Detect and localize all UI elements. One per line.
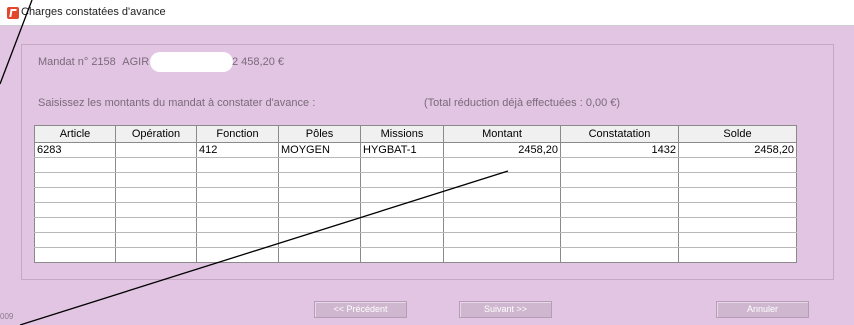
column-header-operation[interactable]: Opération <box>115 125 197 143</box>
table-row <box>34 202 797 218</box>
table-cell[interactable] <box>278 157 361 173</box>
table-cell[interactable] <box>34 187 116 203</box>
table-row: 6283 412 MOYGEN HYGBAT-1 2458,20 1432 24… <box>34 142 797 158</box>
column-header-missions[interactable]: Missions <box>360 125 444 143</box>
column-header-solde[interactable]: Solde <box>678 125 797 143</box>
table-cell[interactable] <box>278 187 361 203</box>
table-cell[interactable] <box>678 217 797 233</box>
table-cell[interactable] <box>678 157 797 173</box>
charges-table: Article Opération Fonction Pôles Mission… <box>34 125 797 263</box>
table-cell[interactable] <box>34 172 116 188</box>
table-cell[interactable] <box>360 247 444 263</box>
mandat-info: Mandat n° 2158 AGIR <box>38 56 153 68</box>
table-header-row: Article Opération Fonction Pôles Mission… <box>34 125 797 143</box>
table-cell[interactable] <box>278 247 361 263</box>
footer-code: 009 <box>0 312 14 321</box>
table-cell[interactable] <box>678 202 797 218</box>
next-button[interactable]: Suivant >> <box>459 301 552 318</box>
table-cell[interactable] <box>196 247 279 263</box>
table-cell[interactable] <box>443 232 561 248</box>
table-cell[interactable] <box>115 157 197 173</box>
table-cell[interactable] <box>34 202 116 218</box>
app-logo-icon <box>7 7 19 19</box>
table-cell[interactable] <box>278 217 361 233</box>
table-cell[interactable] <box>678 187 797 203</box>
table-cell[interactable] <box>115 247 197 263</box>
cell-fonction[interactable]: 412 <box>196 142 279 158</box>
table-cell[interactable] <box>196 217 279 233</box>
redaction-mark <box>150 52 233 72</box>
cancel-button[interactable]: Annuler <box>716 301 809 318</box>
table-cell[interactable] <box>196 202 279 218</box>
total-reduction-text: (Total réduction déjà effectuées : 0,00 … <box>424 97 621 109</box>
table-cell[interactable] <box>443 217 561 233</box>
table-cell[interactable] <box>560 187 679 203</box>
table-cell[interactable] <box>34 217 116 233</box>
column-header-montant[interactable]: Montant <box>443 125 561 143</box>
table-cell[interactable] <box>115 232 197 248</box>
table-cell[interactable] <box>360 202 444 218</box>
cell-constatation-input[interactable]: 1432 <box>560 142 679 158</box>
cell-solde[interactable]: 2458,20 <box>678 142 797 158</box>
instructions-text: Saisissez les montants du mandat à const… <box>38 97 316 109</box>
column-header-article[interactable]: Article <box>34 125 116 143</box>
table-cell[interactable] <box>443 157 561 173</box>
table-cell[interactable] <box>278 172 361 188</box>
table-cell[interactable] <box>678 172 797 188</box>
previous-button[interactable]: << Précédent <box>314 301 407 318</box>
table-cell[interactable] <box>560 217 679 233</box>
table-cell[interactable] <box>115 217 197 233</box>
table-cell[interactable] <box>278 232 361 248</box>
table-cell[interactable] <box>115 172 197 188</box>
table-row <box>34 217 797 233</box>
cell-montant[interactable]: 2458,20 <box>443 142 561 158</box>
column-header-poles[interactable]: Pôles <box>278 125 361 143</box>
cell-poles[interactable]: MOYGEN <box>278 142 361 158</box>
window-titlebar: Charges constatées d'avance <box>0 0 854 26</box>
mandat-amount: 2 458,20 € <box>232 56 284 68</box>
table-cell[interactable] <box>196 157 279 173</box>
table-cell[interactable] <box>443 172 561 188</box>
table-cell[interactable] <box>360 232 444 248</box>
table-row <box>34 232 797 248</box>
table-cell[interactable] <box>360 217 444 233</box>
table-cell[interactable] <box>115 202 197 218</box>
table-row <box>34 247 797 263</box>
table-cell[interactable] <box>360 172 444 188</box>
table-cell[interactable] <box>678 232 797 248</box>
table-cell[interactable] <box>560 157 679 173</box>
table-cell[interactable] <box>34 247 116 263</box>
table-cell[interactable] <box>360 187 444 203</box>
table-cell[interactable] <box>443 247 561 263</box>
table-cell[interactable] <box>560 232 679 248</box>
table-row <box>34 187 797 203</box>
table-cell[interactable] <box>678 247 797 263</box>
mandat-entity: AGIR <box>122 56 150 68</box>
table-cell[interactable] <box>443 187 561 203</box>
column-header-constatation[interactable]: Constatation <box>560 125 679 143</box>
cell-article[interactable]: 6283 <box>34 142 116 158</box>
column-header-fonction[interactable]: Fonction <box>196 125 279 143</box>
table-cell[interactable] <box>196 172 279 188</box>
cell-missions[interactable]: HYGBAT-1 <box>360 142 444 158</box>
table-row <box>34 172 797 188</box>
table-cell[interactable] <box>443 202 561 218</box>
mandat-number: Mandat n° 2158 <box>38 56 116 68</box>
table-cell[interactable] <box>278 202 361 218</box>
table-cell[interactable] <box>360 157 444 173</box>
window-title: Charges constatées d'avance <box>21 6 166 18</box>
table-cell[interactable] <box>196 232 279 248</box>
table-row <box>34 157 797 173</box>
table-cell[interactable] <box>560 202 679 218</box>
table-cell[interactable] <box>196 187 279 203</box>
table-cell[interactable] <box>34 157 116 173</box>
table-cell[interactable] <box>115 187 197 203</box>
table-cell[interactable] <box>560 247 679 263</box>
table-cell[interactable] <box>560 172 679 188</box>
cell-operation[interactable] <box>115 142 197 158</box>
table-cell[interactable] <box>34 232 116 248</box>
